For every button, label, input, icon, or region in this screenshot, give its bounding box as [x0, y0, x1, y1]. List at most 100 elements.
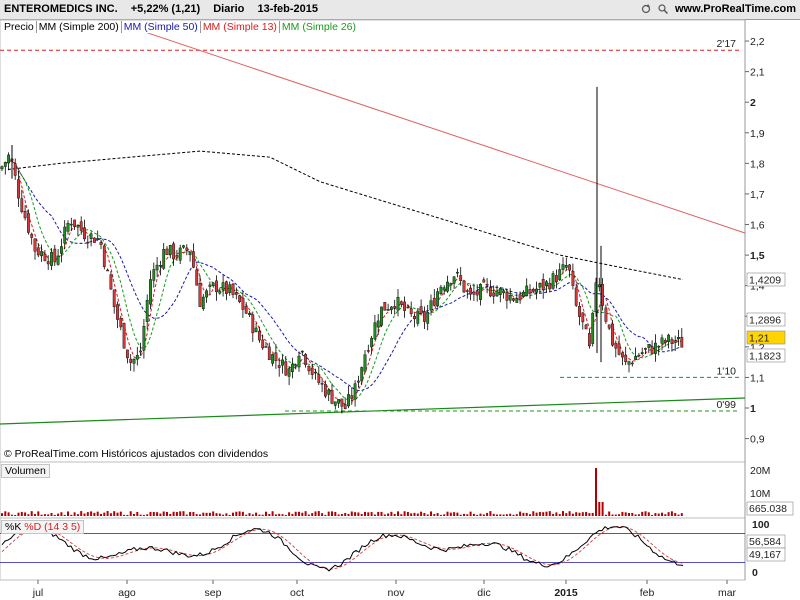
volume-bar: [644, 511, 647, 516]
candle-down: [462, 280, 466, 293]
candle-up: [446, 281, 449, 292]
volume-bar: [126, 514, 129, 516]
stoch-d-badge-text: 56,584: [749, 536, 781, 548]
candle-up: [373, 322, 377, 340]
candle-up: [40, 251, 44, 257]
volume-bar: [571, 513, 574, 516]
candle-up: [439, 286, 443, 295]
volume-bar: [175, 512, 178, 516]
volume-bar: [664, 514, 667, 516]
candle-down: [548, 282, 552, 290]
candle-down: [317, 374, 321, 383]
candle-up: [597, 284, 601, 288]
volume-pane-label[interactable]: Volumen: [1, 464, 50, 478]
volume-bar: [529, 514, 531, 516]
volume-bar: [317, 511, 320, 516]
candle-down: [274, 352, 278, 362]
volume-bar: [598, 502, 601, 516]
volume-bar: [281, 514, 284, 516]
volume-tick-label: 10M: [750, 488, 770, 500]
volume-bar: [100, 513, 102, 516]
volume-bar: [86, 512, 89, 516]
volume-bar: [189, 512, 192, 516]
volume-bar: [443, 514, 446, 516]
time-axis: jul ago sep oct nov dic 2015 feb mar: [32, 580, 737, 599]
volume-bar: [420, 511, 423, 516]
volume-bar: [410, 513, 413, 516]
volume-bar: [433, 514, 436, 516]
volume-bar: [142, 514, 145, 516]
candle-down: [574, 287, 578, 306]
price-tick-label: 1: [750, 403, 756, 415]
support-trendline[interactable]: [0, 397, 746, 425]
candle-down: [459, 275, 463, 281]
legend-ma50[interactable]: MM (Simple 50): [121, 21, 201, 33]
volume-bar: [522, 512, 525, 516]
price-axis: 2,22,121,91,81,71,61,51,41,31,21,110,9: [745, 36, 765, 446]
volume-bar: [80, 511, 83, 516]
legend-ma13[interactable]: MM (Simple 13): [200, 21, 280, 33]
volume-bar: [542, 512, 545, 516]
stoch-tick-label: 0: [752, 567, 758, 579]
volume-bar: [562, 511, 564, 516]
candle-down: [224, 281, 228, 294]
candle-down: [122, 323, 126, 349]
volume-bar: [166, 512, 168, 516]
volume-bar: [628, 513, 630, 516]
candle-up: [208, 284, 212, 287]
legend-ma200[interactable]: MM (Simple 200): [36, 21, 122, 33]
volume-bar: [235, 511, 238, 516]
candle-up: [479, 283, 482, 300]
volume-bar: [271, 511, 274, 516]
volume-bar: [129, 511, 132, 516]
legend-ma26[interactable]: MM (Simple 26): [279, 21, 359, 33]
stock-chart[interactable]: 2,22,121,91,81,71,61,51,41,31,21,110,9 2…: [0, 0, 800, 600]
volume-bar: [416, 513, 419, 516]
volume-bar: [347, 513, 350, 516]
candle-down: [621, 352, 624, 358]
volume-bar: [182, 511, 185, 516]
candle-down: [413, 315, 416, 320]
volume-bar: [430, 511, 432, 516]
volume-bar: [218, 513, 221, 516]
volume-bar: [456, 512, 459, 516]
candle-up: [637, 354, 641, 357]
candle-down: [475, 290, 479, 296]
candle-up: [551, 273, 555, 289]
candle-down: [581, 312, 585, 323]
volume-bar: [380, 511, 383, 516]
candle-down: [195, 269, 199, 286]
volume-bar: [103, 512, 106, 516]
candle-down: [234, 292, 238, 295]
candle-up: [502, 290, 505, 294]
candle-up: [347, 394, 350, 407]
candle-up: [376, 320, 380, 328]
candle-up: [508, 294, 512, 301]
candle-up: [660, 337, 664, 344]
candle-down: [673, 340, 677, 343]
volume-bar: [344, 512, 347, 516]
candle-down: [607, 324, 611, 329]
resistance-trendline[interactable]: [114, 21, 746, 234]
volume-bar: [578, 512, 581, 516]
stoch-pane-label[interactable]: %K %D (14 3 5): [1, 520, 85, 534]
candle-down: [324, 384, 327, 397]
candle-up: [390, 306, 393, 310]
price-tick-label: 2,1: [750, 67, 765, 79]
candle-down: [604, 307, 608, 322]
volume-bar: [34, 514, 36, 516]
legend-price[interactable]: Precio: [2, 21, 37, 33]
volume-bar: [350, 511, 353, 516]
volume-bars: [1, 468, 683, 516]
candle-up: [561, 264, 565, 270]
horizontal-levels: 2'17 1'10 0'99: [0, 38, 740, 412]
candle-down: [116, 304, 119, 320]
candle-down: [670, 339, 674, 344]
candle-up: [248, 313, 251, 315]
volume-bar: [499, 514, 502, 516]
volume-bar: [667, 512, 670, 516]
price-tick-label: 2: [750, 97, 756, 109]
candle-up: [442, 287, 446, 291]
volume-bar: [453, 512, 456, 516]
candle-up: [353, 383, 357, 400]
